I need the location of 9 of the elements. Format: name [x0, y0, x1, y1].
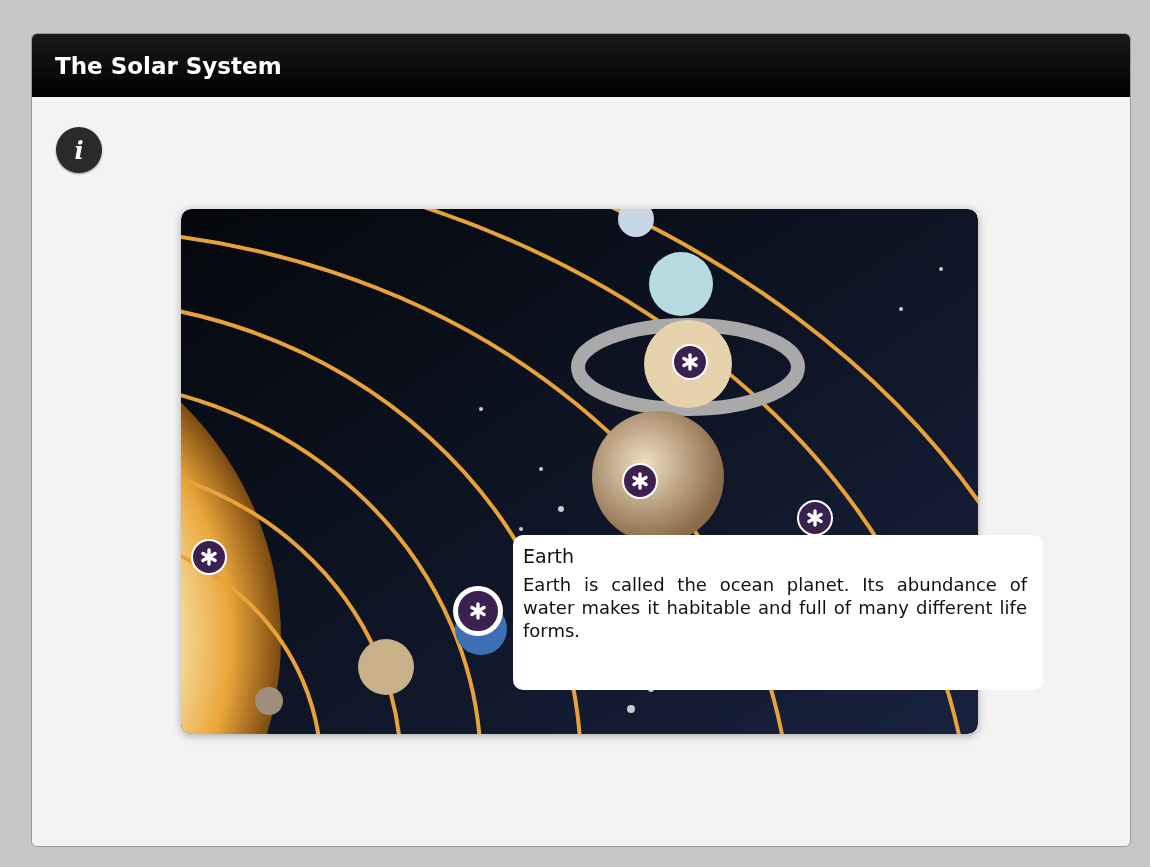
asterisk-icon	[469, 602, 487, 620]
asterisk-icon	[631, 472, 649, 490]
window-title: The Solar System	[55, 52, 282, 79]
asterisk-icon	[200, 548, 218, 566]
tooltip-title: Earth	[523, 545, 575, 567]
tooltip-text: Earth is called the ocean planet. Its abundance of water makes it habitable and full of many different life forms.	[523, 573, 1027, 642]
asterisk-icon	[806, 509, 824, 527]
asterisk-icon	[681, 353, 699, 371]
info-button[interactable]: i	[56, 127, 102, 173]
